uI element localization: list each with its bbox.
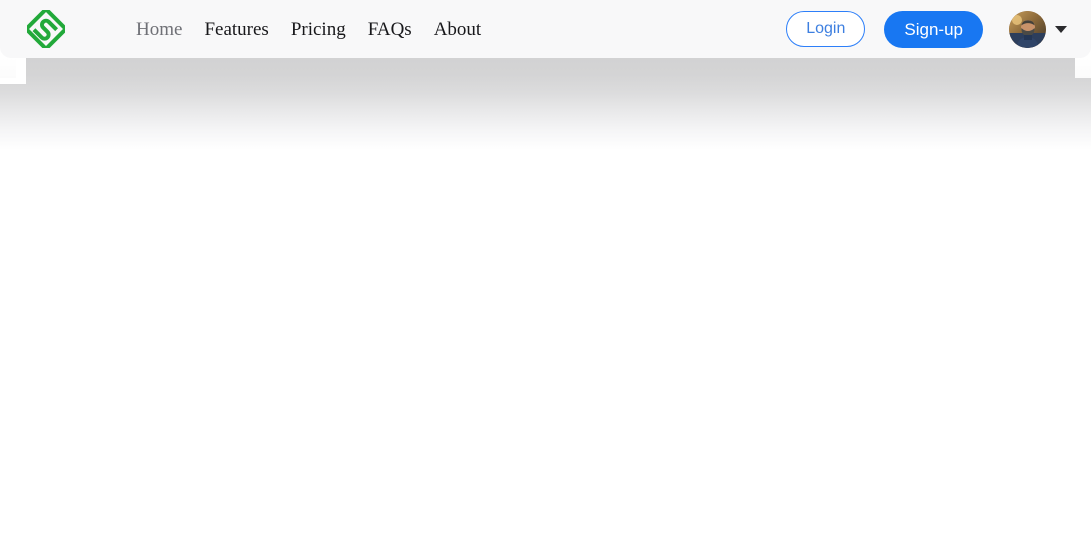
nav-link-faqs[interactable]: FAQs (368, 20, 412, 39)
chevron-down-icon (1055, 25, 1067, 33)
user-menu[interactable] (1009, 10, 1067, 48)
nav-link-about[interactable]: About (434, 20, 482, 39)
header-shadow-corner-right (1075, 58, 1091, 78)
header-actions: Login Sign-up (786, 0, 1067, 58)
login-button[interactable]: Login (786, 11, 866, 47)
diamond-s-logo-icon (27, 10, 65, 48)
signup-button[interactable]: Sign-up (884, 10, 983, 48)
primary-navigation: Home Features Pricing FAQs About (136, 0, 481, 58)
user-avatar-photo (1009, 10, 1046, 48)
page-root: Home Features Pricing FAQs About Login S… (0, 0, 1091, 543)
brand-logo-link[interactable] (24, 8, 68, 50)
nav-link-pricing[interactable]: Pricing (291, 20, 346, 39)
nav-link-home[interactable]: Home (136, 20, 182, 39)
header-shadow-corner-left (0, 58, 16, 78)
site-header: Home Features Pricing FAQs About Login S… (0, 0, 1091, 58)
page-content-area (0, 150, 1091, 543)
header-drop-shadow (0, 58, 1091, 150)
nav-link-features[interactable]: Features (204, 20, 268, 39)
